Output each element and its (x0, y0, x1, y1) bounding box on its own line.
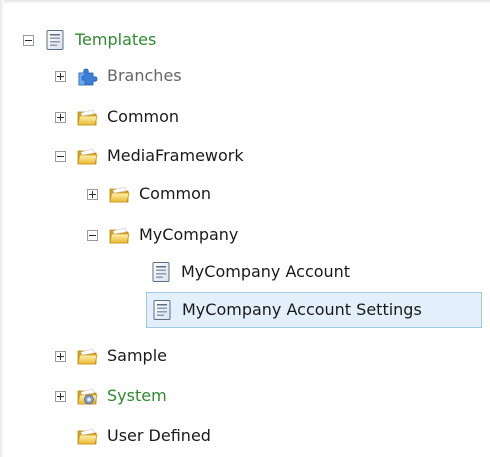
folder-icon (76, 345, 98, 367)
tree-node-label[interactable]: MediaFramework (104, 144, 247, 168)
tree-node-label[interactable]: Common (104, 105, 182, 129)
tree-node-label[interactable]: Sample (104, 344, 170, 368)
tree-node-label[interactable]: User Defined (104, 424, 214, 448)
tree-node-mediaframework[interactable]: MediaFramework (55, 140, 247, 172)
collapse-icon[interactable] (23, 34, 34, 46)
expand-icon[interactable] (55, 390, 66, 402)
template-icon (150, 261, 172, 283)
folder-icon (108, 183, 130, 205)
tree-node-user-defined[interactable]: User Defined (55, 420, 214, 452)
tree-node-mycompany[interactable]: MyCompany (87, 219, 241, 251)
folder-icon (76, 106, 98, 128)
collapse-icon[interactable] (87, 229, 98, 241)
content-tree: Templates Branches Common MediaFramework… (0, 0, 490, 457)
folder-icon (76, 425, 98, 447)
expand-icon[interactable] (87, 188, 98, 200)
template-icon (44, 29, 66, 51)
tree-node-label[interactable]: Branches (104, 64, 185, 88)
tree-node-label[interactable]: Templates (72, 28, 159, 52)
tree-node-branches[interactable]: Branches (55, 60, 185, 92)
folder-icon (108, 224, 130, 246)
tree-node-label[interactable]: Common (136, 182, 214, 206)
tree-node-mediaframework-common[interactable]: Common (87, 178, 214, 210)
puzzle-icon (76, 65, 98, 87)
tree-node-system[interactable]: System (55, 380, 170, 412)
expand-icon[interactable] (55, 350, 66, 362)
folder-icon (76, 145, 98, 167)
tree-node-templates[interactable]: Templates (23, 24, 159, 56)
collapse-icon[interactable] (55, 150, 66, 162)
expand-icon[interactable] (55, 111, 66, 123)
tree-node-mycompany-account[interactable]: MyCompany Account (150, 256, 353, 288)
tree-node-sample[interactable]: Sample (55, 340, 170, 372)
tree-node-common[interactable]: Common (55, 101, 182, 133)
expand-icon[interactable] (55, 70, 66, 82)
template-icon (151, 299, 173, 321)
system-folder-icon (76, 385, 98, 407)
tree-node-label[interactable]: MyCompany Account Settings (179, 298, 425, 322)
tree-node-label[interactable]: System (104, 384, 170, 408)
tree-node-mycompany-account-settings[interactable]: MyCompany Account Settings (146, 292, 482, 328)
tree-node-label[interactable]: MyCompany Account (178, 260, 353, 284)
tree-node-label[interactable]: MyCompany (136, 223, 241, 247)
